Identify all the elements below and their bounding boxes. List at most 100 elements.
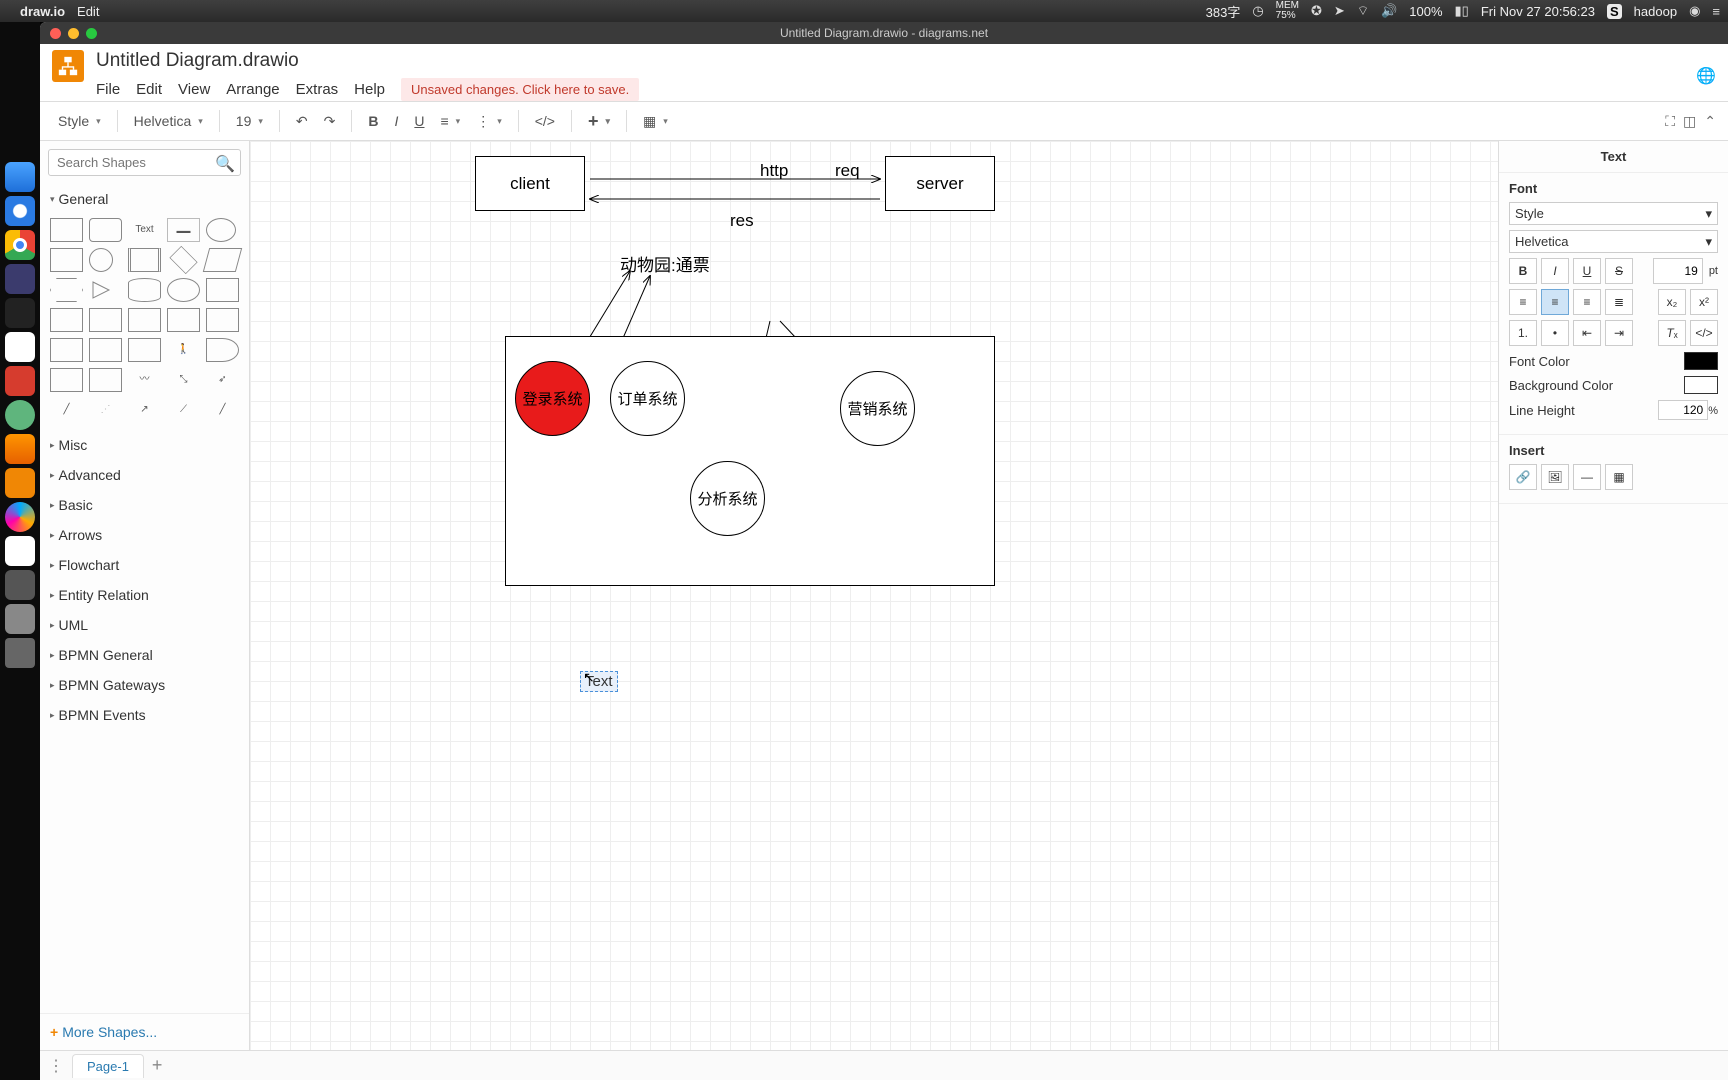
- insert-table[interactable]: ▦: [1605, 464, 1633, 490]
- tab-page-1[interactable]: Page-1: [72, 1054, 144, 1078]
- font-dropdown[interactable]: Helvetica: [128, 110, 209, 132]
- username[interactable]: hadoop: [1634, 4, 1677, 19]
- menubar-app[interactable]: draw.io: [20, 4, 65, 19]
- list-ordered[interactable]: 1.: [1509, 320, 1537, 346]
- language-button[interactable]: 🌐: [1696, 66, 1716, 86]
- cat-bpmn-general[interactable]: ▸BPMN General: [40, 640, 249, 670]
- cat-general[interactable]: ▾General: [40, 184, 249, 214]
- shape-tape[interactable]: [206, 308, 239, 332]
- dock-pdf[interactable]: [5, 366, 35, 396]
- cat-uml[interactable]: ▸UML: [40, 610, 249, 640]
- edit-html[interactable]: </>: [1690, 320, 1718, 346]
- shape-rect[interactable]: [50, 218, 83, 242]
- html-button[interactable]: </>: [529, 110, 561, 132]
- datetime[interactable]: Fri Nov 27 20:56:23: [1481, 4, 1595, 19]
- input-method[interactable]: 383字: [1206, 2, 1241, 21]
- dock-color[interactable]: [5, 502, 35, 532]
- shape-line5[interactable]: ╱: [206, 398, 239, 422]
- cat-bpmn-events[interactable]: ▸BPMN Events: [40, 700, 249, 730]
- dock-finder[interactable]: [5, 162, 35, 192]
- menubar-edit[interactable]: Edit: [77, 4, 99, 19]
- doc-title[interactable]: Untitled Diagram.drawio: [96, 50, 639, 72]
- minimize-button[interactable]: [68, 28, 79, 39]
- app-logo[interactable]: [52, 50, 84, 82]
- battery-icon[interactable]: ▮▯: [1455, 3, 1469, 19]
- cat-advanced[interactable]: ▸Advanced: [40, 460, 249, 490]
- dock-atom[interactable]: [5, 400, 35, 430]
- bgcolor-swatch[interactable]: [1684, 376, 1718, 394]
- dock-safari[interactable]: [5, 196, 35, 226]
- align-center[interactable]: ≡: [1541, 289, 1569, 315]
- shape-line3[interactable]: ↗: [128, 398, 161, 422]
- align-justify[interactable]: ≣: [1605, 289, 1633, 315]
- align-right[interactable]: ≡: [1573, 289, 1601, 315]
- pages-menu[interactable]: ⋮: [48, 1056, 64, 1076]
- cat-basic[interactable]: ▸Basic: [40, 490, 249, 520]
- align-dropdown[interactable]: ≡: [435, 110, 467, 132]
- maximize-button[interactable]: [86, 28, 97, 39]
- style-dropdown[interactable]: Style: [52, 110, 107, 132]
- insert-link[interactable]: 🔗: [1509, 464, 1537, 490]
- node-order[interactable]: 订单系统: [610, 361, 685, 436]
- collapse-button[interactable]: ⌃: [1704, 113, 1716, 130]
- search-input[interactable]: [48, 149, 241, 176]
- dock-app1[interactable]: [5, 570, 35, 600]
- fmt-italic[interactable]: I: [1541, 258, 1569, 284]
- node-marketing[interactable]: 营销系统: [840, 371, 915, 446]
- search-icon[interactable]: 🔍: [215, 154, 235, 174]
- shape-text[interactable]: Text: [128, 218, 161, 242]
- dock-app2[interactable]: [5, 604, 35, 634]
- clear-format[interactable]: Tₓ: [1658, 320, 1686, 346]
- siri-icon[interactable]: ◉: [1689, 3, 1700, 19]
- shape-roundrect[interactable]: [89, 218, 122, 242]
- cat-bpmn-gateways[interactable]: ▸BPMN Gateways: [40, 670, 249, 700]
- lineheight-input[interactable]: [1658, 400, 1708, 420]
- fmt-strike[interactable]: S: [1605, 258, 1633, 284]
- shape-biarrow[interactable]: ⤡: [167, 368, 200, 392]
- shape-line4[interactable]: ⟋: [167, 398, 200, 422]
- shape-textbox[interactable]: ▬▬: [167, 218, 200, 242]
- shape-and[interactable]: [50, 368, 83, 392]
- node-login[interactable]: 登录系统: [515, 361, 590, 436]
- shape-cube[interactable]: [89, 308, 122, 332]
- menu-arrange[interactable]: Arrange: [226, 81, 279, 98]
- fontcolor-swatch[interactable]: [1684, 352, 1718, 370]
- format-panel-button[interactable]: ◫: [1683, 113, 1696, 130]
- shape-cylinder[interactable]: [128, 278, 161, 302]
- menu-icon[interactable]: ≡: [1712, 4, 1720, 19]
- fmt-underline[interactable]: U: [1573, 258, 1601, 284]
- list-unordered[interactable]: •: [1541, 320, 1569, 346]
- fontsize-dropdown[interactable]: 19: [230, 110, 269, 132]
- font-style-select[interactable]: Style ▾: [1509, 202, 1718, 225]
- bold-button[interactable]: B: [362, 110, 384, 132]
- add-page[interactable]: +: [152, 1055, 163, 1076]
- superscript[interactable]: x²: [1690, 289, 1718, 315]
- dock-code[interactable]: [5, 536, 35, 566]
- menu-help[interactable]: Help: [354, 81, 385, 98]
- cat-flowchart[interactable]: ▸Flowchart: [40, 550, 249, 580]
- shape-ellipse[interactable]: [206, 218, 236, 242]
- shape-cloud[interactable]: [167, 278, 200, 302]
- indent-inc[interactable]: ⇥: [1605, 320, 1633, 346]
- shape-callout[interactable]: [128, 338, 161, 362]
- redo-button[interactable]: ↷: [318, 110, 342, 133]
- fullscreen-button[interactable]: ⛶: [1665, 113, 1675, 130]
- shape-hexagon[interactable]: [50, 278, 83, 302]
- s-icon[interactable]: S: [1607, 4, 1622, 19]
- insert-dropdown[interactable]: +: [582, 108, 616, 135]
- node-analysis[interactable]: 分析系统: [690, 461, 765, 536]
- shape-circle[interactable]: [89, 248, 113, 272]
- shape-process[interactable]: [128, 248, 161, 272]
- dock-intellij[interactable]: [5, 264, 35, 294]
- dock-chrome[interactable]: [5, 230, 35, 260]
- shape-step[interactable]: [128, 308, 161, 332]
- font-size-input[interactable]: [1653, 258, 1703, 284]
- shape-diamond[interactable]: [169, 246, 197, 274]
- subscript[interactable]: x₂: [1658, 289, 1686, 315]
- dock-drawio[interactable]: [5, 468, 35, 498]
- wifi-icon[interactable]: ⌔: [1357, 3, 1369, 19]
- battery-text[interactable]: 100%: [1409, 4, 1442, 19]
- globe-icon[interactable]: ✪: [1311, 3, 1322, 19]
- close-button[interactable]: [50, 28, 61, 39]
- shape-arrow[interactable]: ➶: [206, 368, 239, 392]
